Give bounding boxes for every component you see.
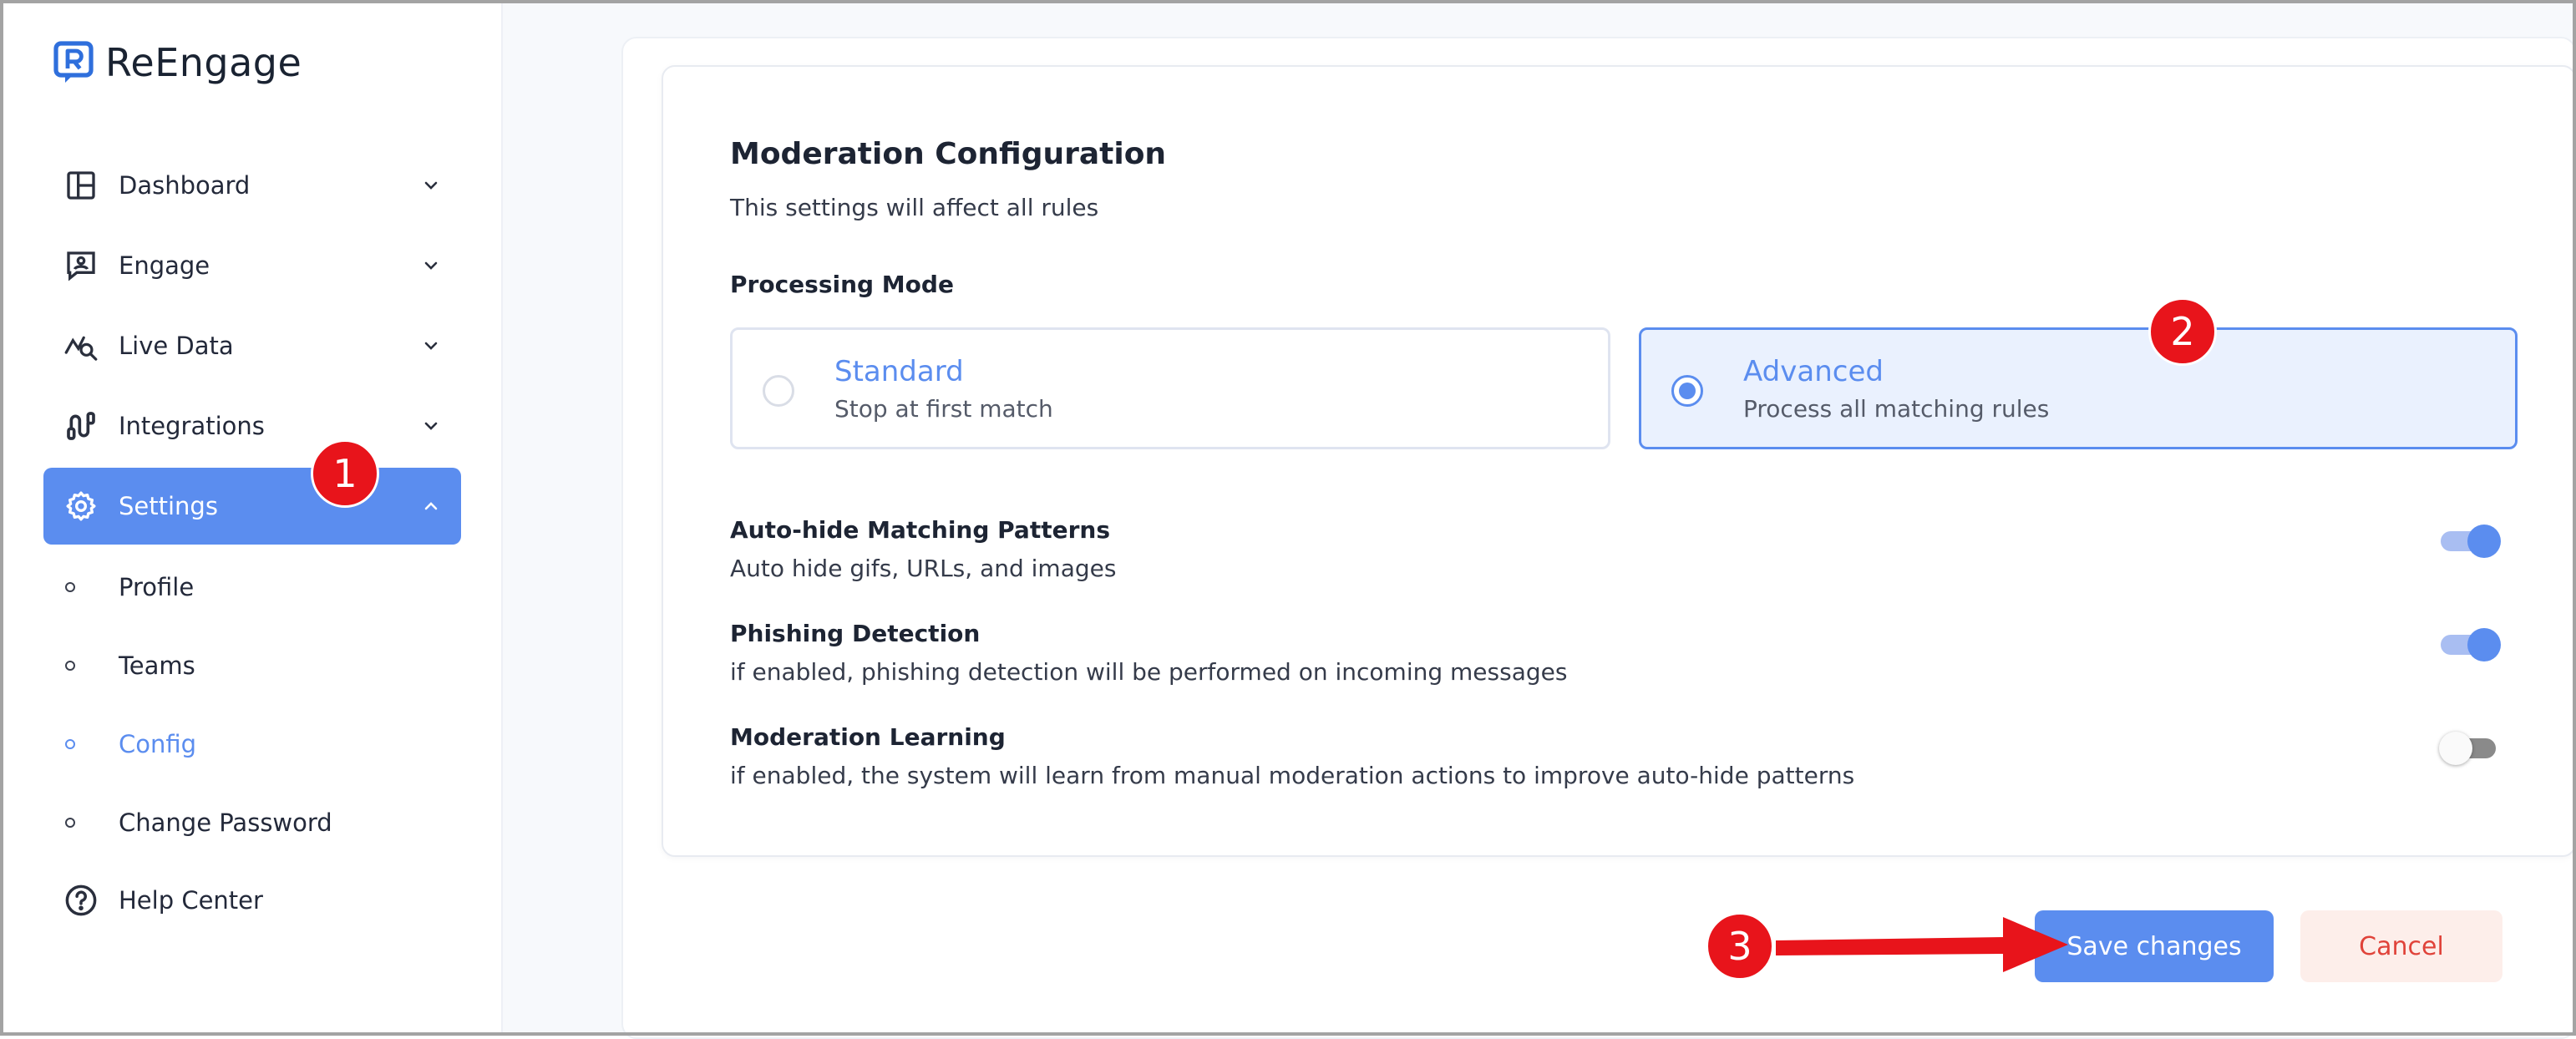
mode-option-advanced[interactable]: Advanced Process all matching rules [1639, 327, 2518, 449]
live-data-icon [62, 327, 100, 365]
bullet-icon [65, 661, 75, 671]
option-title-learning: Moderation Learning [730, 723, 1006, 751]
sidebar-subitem-config[interactable]: Config [43, 705, 461, 783]
sidebar-subitem-profile[interactable]: Profile [43, 548, 461, 626]
sidebar-item-label: Dashboard [119, 171, 251, 200]
save-changes-button[interactable]: Save changes [2035, 910, 2274, 982]
sidebar-item-live-data[interactable]: Live Data [43, 307, 461, 384]
sidebar-subitem-label: Profile [119, 573, 195, 601]
toggle-knob [2467, 628, 2501, 661]
sidebar-subitem-label: Config [119, 730, 197, 758]
chevron-down-icon [424, 422, 438, 430]
sidebar-subitem-teams[interactable]: Teams [43, 626, 461, 705]
moderation-learning-toggle[interactable] [2439, 730, 2501, 765]
page-title: Moderation Configuration [730, 137, 1167, 171]
annotation-badge-1: 1 [311, 439, 379, 508]
help-icon [62, 881, 100, 920]
chevron-down-icon [424, 261, 438, 270]
processing-mode-label: Processing Mode [730, 271, 954, 298]
toggle-knob [2439, 732, 2472, 765]
chevron-down-icon [424, 181, 438, 190]
gear-icon [62, 487, 100, 525]
annotation-arrow-icon [1776, 917, 2068, 972]
sidebar-item-label: Help Center [119, 886, 263, 915]
sidebar-item-integrations[interactable]: Integrations [43, 388, 461, 464]
brand-name: ReEngage [105, 40, 302, 85]
sidebar: ReEngage Dashboard Engage Live Data Inte… [0, 0, 503, 1036]
sidebar-item-settings[interactable]: Settings [43, 468, 461, 545]
option-desc-auto-hide: Auto hide gifs, URLs, and images [730, 555, 1117, 582]
toggle-knob [2467, 525, 2501, 558]
radio-advanced[interactable] [1671, 375, 1703, 407]
auto-hide-toggle[interactable] [2439, 523, 2501, 558]
bullet-icon [65, 818, 75, 828]
dashboard-icon [62, 166, 100, 205]
annotation-badge-3: 3 [1706, 912, 1774, 981]
mode-option-standard[interactable]: Standard Stop at first match [730, 327, 1610, 449]
cancel-button[interactable]: Cancel [2300, 910, 2502, 982]
sidebar-item-label: Integrations [119, 412, 265, 440]
option-desc-phishing: if enabled, phishing detection will be p… [730, 658, 1568, 686]
page-subtitle: This settings will affect all rules [730, 194, 1099, 221]
phishing-detection-toggle[interactable] [2439, 626, 2501, 661]
option-desc-learning: if enabled, the system will learn from m… [730, 762, 1855, 789]
annotation-badge-2: 2 [2148, 297, 2217, 366]
sidebar-subitem-label: Change Password [119, 808, 332, 837]
option-title-phishing: Phishing Detection [730, 620, 981, 647]
bullet-icon [65, 582, 75, 592]
chevron-down-icon [424, 342, 438, 350]
engage-icon [62, 246, 100, 285]
mode-description: Process all matching rules [1743, 395, 2050, 423]
radio-standard[interactable] [763, 375, 794, 407]
sidebar-subitem-change-password[interactable]: Change Password [43, 783, 461, 862]
mode-title: Standard [834, 355, 964, 388]
brand[interactable]: ReEngage [53, 40, 302, 85]
sidebar-item-label: Live Data [119, 332, 234, 360]
sidebar-nav: Dashboard Engage Live Data Integrations [43, 147, 461, 942]
sidebar-subitem-label: Teams [119, 651, 195, 680]
sidebar-item-label: Settings [119, 492, 218, 520]
sidebar-item-engage[interactable]: Engage [43, 227, 461, 304]
bullet-icon [65, 739, 75, 749]
sidebar-item-help-center[interactable]: Help Center [43, 862, 461, 939]
reengage-logo-icon [53, 41, 94, 83]
option-title-auto-hide: Auto-hide Matching Patterns [730, 516, 1110, 544]
mode-description: Stop at first match [834, 395, 1053, 423]
sidebar-item-label: Engage [119, 251, 210, 280]
sidebar-item-dashboard[interactable]: Dashboard [43, 147, 461, 224]
integrations-icon [62, 407, 100, 445]
chevron-up-icon [424, 502, 438, 510]
mode-title: Advanced [1743, 355, 1884, 388]
